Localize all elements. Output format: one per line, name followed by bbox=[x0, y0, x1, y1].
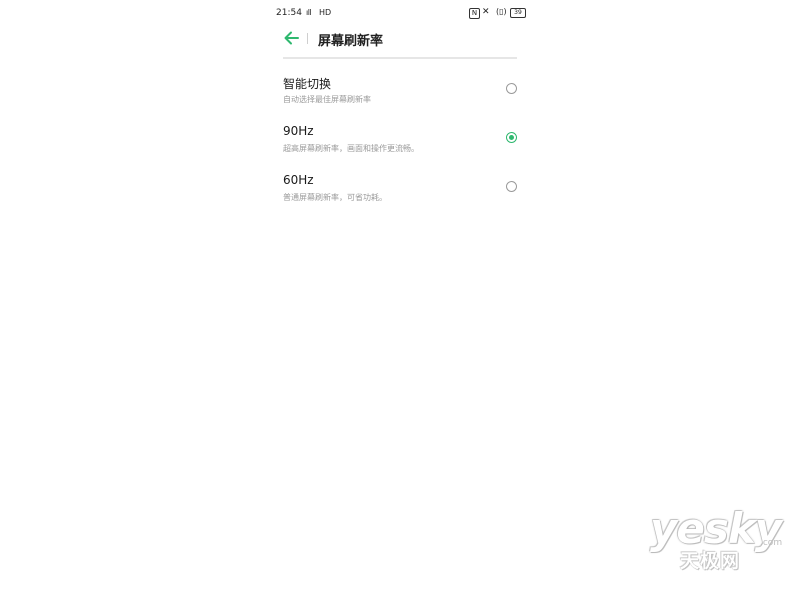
header-divider bbox=[283, 57, 517, 59]
mute-icon: ✕ bbox=[482, 7, 490, 17]
back-button[interactable] bbox=[283, 28, 301, 48]
option-description: 普通屏幕刷新率，可省功耗。 bbox=[283, 193, 387, 202]
battery-icon: 39 bbox=[510, 8, 526, 18]
option-description: 自动选择最佳屏幕刷新率 bbox=[283, 95, 371, 104]
watermark-domain: .com bbox=[760, 538, 783, 548]
watermark-cn: 天极网 bbox=[680, 550, 741, 572]
radio-button[interactable] bbox=[506, 83, 517, 94]
option-60hz[interactable]: 60Hz 普通屏幕刷新率，可省功耗。 bbox=[270, 173, 528, 213]
network-type: HD bbox=[319, 8, 332, 17]
option-label: 智能切换 bbox=[283, 77, 332, 91]
watermark: yesky .com 天极网 bbox=[650, 508, 790, 573]
app-header: 屏幕刷新率 bbox=[270, 28, 528, 50]
arrow-left-icon bbox=[284, 31, 299, 45]
option-label: 90Hz bbox=[283, 124, 314, 138]
status-time: 21:54 bbox=[276, 8, 302, 18]
nfc-icon: N bbox=[469, 8, 480, 19]
signal-icon: ıll bbox=[306, 8, 312, 17]
vibrate-icon: (▯) bbox=[496, 7, 507, 16]
page-title: 屏幕刷新率 bbox=[318, 34, 384, 49]
option-description: 超高屏幕刷新率，画面和操作更流畅。 bbox=[283, 144, 419, 153]
header-separator bbox=[307, 33, 308, 44]
option-label: 60Hz bbox=[283, 173, 314, 187]
radio-button[interactable] bbox=[506, 181, 517, 192]
option-smart-switch[interactable]: 智能切换 自动选择最佳屏幕刷新率 bbox=[270, 75, 528, 115]
status-bar: 21:54 ıll HD N ✕ (▯) 39 bbox=[270, 6, 528, 22]
radio-button-selected[interactable] bbox=[506, 132, 517, 143]
option-90hz[interactable]: 90Hz 超高屏幕刷新率，画面和操作更流畅。 bbox=[270, 124, 528, 164]
